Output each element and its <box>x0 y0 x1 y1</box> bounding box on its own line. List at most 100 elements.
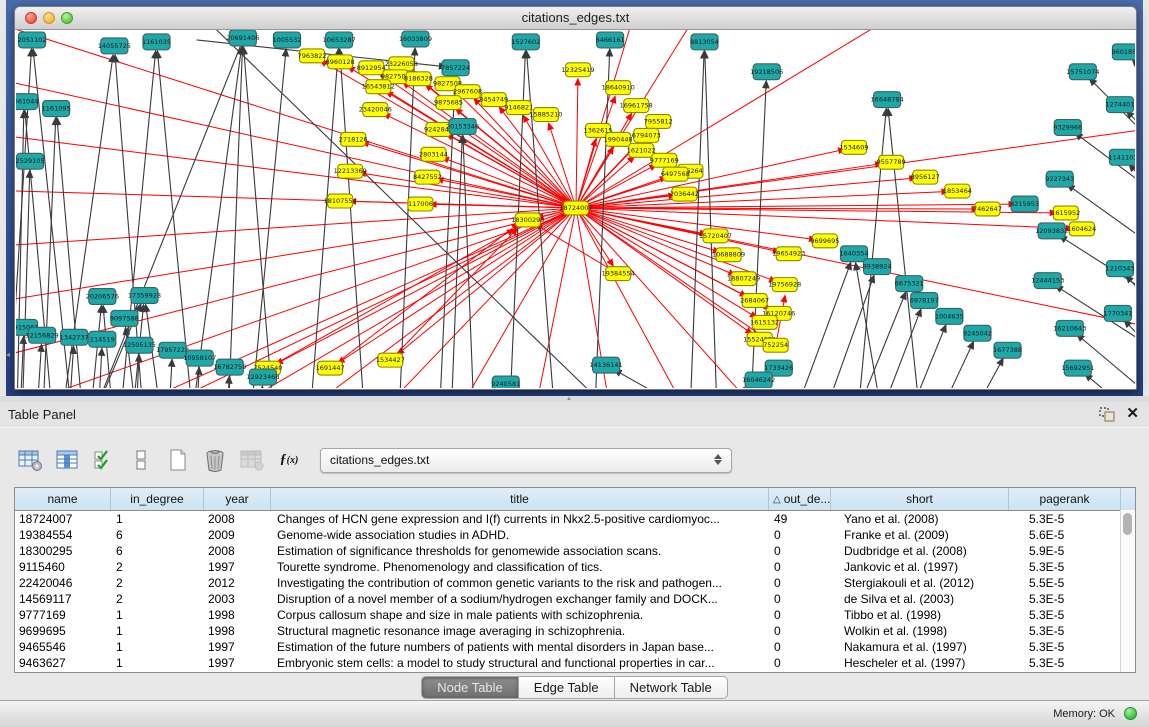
table-cell[interactable]: Investigating the contribution of common… <box>271 575 769 591</box>
table-cell[interactable]: Franke et al. (2009) <box>831 527 1009 543</box>
table-cell[interactable]: 0 <box>769 655 831 671</box>
table-cell[interactable]: 2008 <box>204 543 271 559</box>
table-cell[interactable]: Wolkin et al. (1998) <box>831 623 1009 639</box>
scrollbar-thumb[interactable] <box>1123 513 1132 535</box>
delete-column-button[interactable] <box>201 445 229 475</box>
table-cell[interactable]: 0 <box>769 559 831 575</box>
table-cell[interactable]: 1 <box>111 623 204 639</box>
table-cell[interactable]: 18300295 <box>15 543 111 559</box>
table-cell[interactable]: 9777169 <box>15 607 111 623</box>
table-cell[interactable]: 1 <box>111 511 204 527</box>
table-vertical-scrollbar[interactable] <box>1120 510 1135 672</box>
tab-node-table[interactable]: Node Table <box>421 676 519 699</box>
table-cell[interactable]: 5.3E-5 <box>1009 559 1121 575</box>
table-cell[interactable]: Estimation of significance thresholds fo… <box>271 543 769 559</box>
table-cell[interactable]: 2 <box>111 591 204 607</box>
table-cell[interactable]: 49 <box>769 511 831 527</box>
window-titlebar[interactable]: citations_edges.txt <box>15 7 1136 30</box>
table-cell[interactable]: 0 <box>769 575 831 591</box>
table-cell[interactable]: 0 <box>769 527 831 543</box>
import-table-button[interactable] <box>238 445 266 475</box>
table-cell[interactable]: 5.3E-5 <box>1009 623 1121 639</box>
column-header[interactable]: short <box>831 488 1009 510</box>
table-cell[interactable]: 2008 <box>204 511 271 527</box>
table-cell[interactable]: 2003 <box>204 591 271 607</box>
float-panel-button[interactable] <box>1099 407 1115 422</box>
table-cell[interactable]: 6 <box>111 543 204 559</box>
table-cell[interactable]: 9699695 <box>15 623 111 639</box>
table-row[interactable]: 1456911722003Disruption of a novel membe… <box>15 591 1135 607</box>
column-header[interactable]: pagerank <box>1009 488 1121 510</box>
table-cell[interactable]: 9115460 <box>15 559 111 575</box>
table-cell[interactable]: 9465546 <box>15 639 111 655</box>
table-cell[interactable]: 1997 <box>204 655 271 671</box>
table-cell[interactable]: 5.3E-5 <box>1009 607 1121 623</box>
table-cell[interactable]: 22420046 <box>15 575 111 591</box>
table-cell[interactable]: Dudbridge et al. (2008) <box>831 543 1009 559</box>
table-row[interactable]: 1872400712008Changes of HCN gene express… <box>15 511 1135 527</box>
table-cell[interactable]: 5.5E-5 <box>1009 575 1121 591</box>
table-cell[interactable]: 5.6E-5 <box>1009 527 1121 543</box>
table-cell[interactable]: Structural magnetic resonance image aver… <box>271 623 769 639</box>
table-cell[interactable]: 1997 <box>204 559 271 575</box>
table-cell[interactable]: Hescheler et al. (1997) <box>831 655 1009 671</box>
close-window-button[interactable] <box>25 12 37 24</box>
table-cell[interactable]: Corpus callosum shape and size in male p… <box>271 607 769 623</box>
table-cell[interactable]: Tibbo et al. (1998) <box>831 607 1009 623</box>
column-header[interactable]: in_degree <box>111 488 204 510</box>
table-cell[interactable]: Yano et al. (2008) <box>831 511 1009 527</box>
column-header[interactable]: name <box>15 488 111 510</box>
table-cell[interactable]: 2012 <box>204 575 271 591</box>
table-cell[interactable]: 1 <box>111 655 204 671</box>
network-canvas[interactable]: 7963822896012889129542322605898275051654… <box>16 30 1135 388</box>
panel-collapse-arrow-icon[interactable]: ◂ <box>6 350 10 359</box>
table-cell[interactable]: 0 <box>769 543 831 559</box>
table-cell[interactable]: Stergiakouli et al. (2012) <box>831 575 1009 591</box>
table-cell[interactable]: 2 <box>111 575 204 591</box>
table-cell[interactable]: Nakamura et al. (1997) <box>831 639 1009 655</box>
table-cell[interactable]: Embryonic stem cells: a model to study s… <box>271 655 769 671</box>
table-cell[interactable]: de Silva et al. (2003) <box>831 591 1009 607</box>
table-cell[interactable]: 1998 <box>204 623 271 639</box>
function-builder-button[interactable]: ƒ(x) <box>275 445 303 475</box>
table-cell[interactable]: 5.9E-5 <box>1009 543 1121 559</box>
table-cell[interactable]: 1997 <box>204 639 271 655</box>
table-row[interactable]: 2242004622012Investigating the contribut… <box>15 575 1135 591</box>
table-cell[interactable]: 2009 <box>204 527 271 543</box>
table-selector-dropdown[interactable]: citations_edges.txt <box>320 448 732 473</box>
table-cell[interactable]: 19384554 <box>15 527 111 543</box>
table-cell[interactable]: 18724007 <box>15 511 111 527</box>
table-cell[interactable]: Changes of HCN gene expression and I(f) … <box>271 511 769 527</box>
table-cell[interactable]: Jankovic et al. (1997) <box>831 559 1009 575</box>
row-height-button[interactable] <box>127 445 155 475</box>
table-cell[interactable]: 6 <box>111 527 204 543</box>
table-cell[interactable]: Tourette syndrome. Phenomenology and cla… <box>271 559 769 575</box>
table-cell[interactable]: 5.3E-5 <box>1009 639 1121 655</box>
show-columns-button[interactable] <box>53 445 81 475</box>
table-cell[interactable]: 0 <box>769 623 831 639</box>
table-row[interactable]: 911546021997Tourette syndrome. Phenomeno… <box>15 559 1135 575</box>
column-header[interactable]: title <box>271 488 769 510</box>
table-row[interactable]: 1830029562008Estimation of significance … <box>15 543 1135 559</box>
splitter-handle-icon[interactable]: ▲ <box>566 397 576 401</box>
table-cell[interactable]: Estimation of the future numbers of pati… <box>271 639 769 655</box>
table-row[interactable]: 969969511998Structural magnetic resonanc… <box>15 623 1135 639</box>
minimize-window-button[interactable] <box>43 12 55 24</box>
table-cell[interactable]: 2 <box>111 559 204 575</box>
create-column-button[interactable] <box>164 445 192 475</box>
table-cell[interactable]: 1 <box>111 639 204 655</box>
tab-edge-table[interactable]: Edge Table <box>519 676 615 699</box>
table-cell[interactable]: 5.3E-5 <box>1009 511 1121 527</box>
table-cell[interactable]: 0 <box>769 639 831 655</box>
table-cell[interactable]: Genome-wide association studies in ADHD. <box>271 527 769 543</box>
column-header[interactable]: △out_de... <box>769 488 831 510</box>
table-cell[interactable]: 0 <box>769 607 831 623</box>
table-row[interactable]: 1938455462009Genome-wide association stu… <box>15 527 1135 543</box>
table-cell[interactable]: 1998 <box>204 607 271 623</box>
table-cell[interactable]: 5.3E-5 <box>1009 591 1121 607</box>
table-mode-button[interactable] <box>16 445 44 475</box>
table-cell[interactable]: 5.3E-5 <box>1009 655 1121 671</box>
table-cell[interactable]: 9463627 <box>15 655 111 671</box>
tab-network-table[interactable]: Network Table <box>615 676 728 699</box>
table-cell[interactable]: 14569117 <box>15 591 111 607</box>
